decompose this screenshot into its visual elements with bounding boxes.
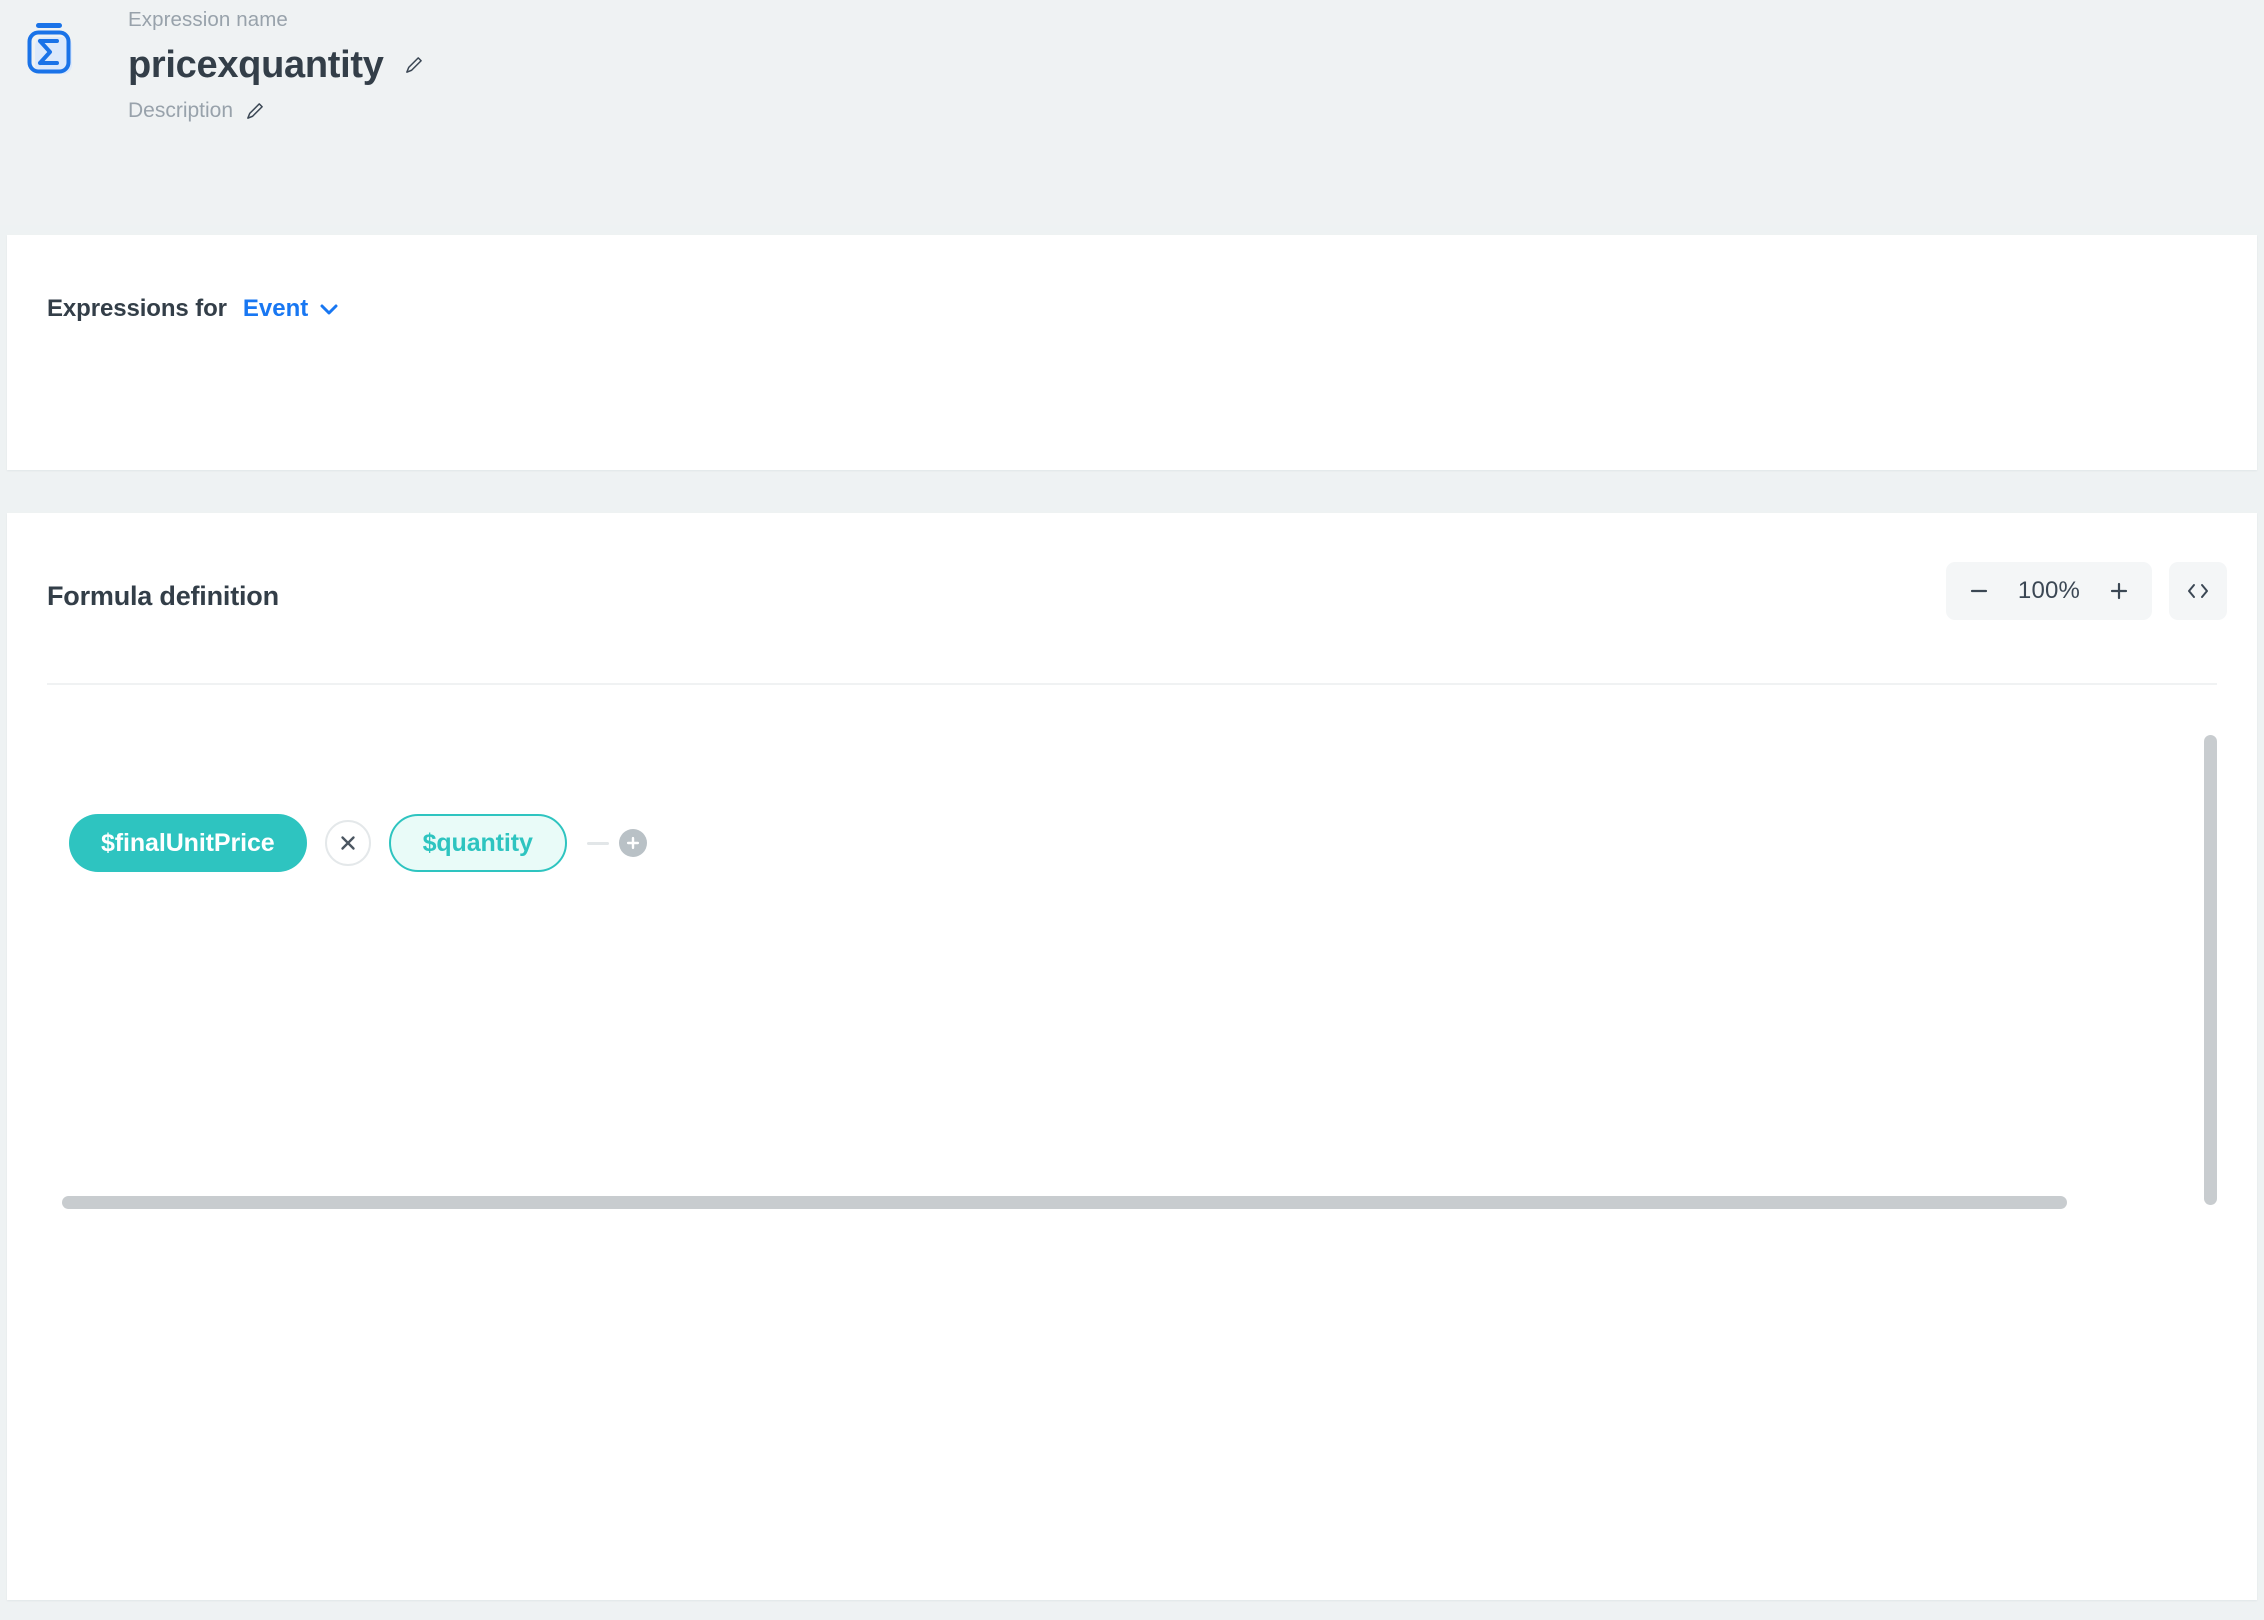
header-text-block: Expression name pricexquantity Descripti… <box>128 6 423 124</box>
operand-final-unit-price[interactable]: $finalUnitPrice <box>69 814 307 872</box>
formula-definition-title: Formula definition <box>47 581 279 611</box>
formula-header-divider <box>47 683 2217 685</box>
expressions-for-label: Expressions for <box>47 295 227 322</box>
zoom-controls: 100% <box>1946 562 2152 620</box>
expressions-scope-select[interactable]: Event <box>243 295 338 323</box>
zoom-level-value: 100% <box>2017 577 2081 604</box>
expressions-for-card: Expressions for Event Bought product <box>7 235 2257 637</box>
formula-connector-line <box>586 841 609 845</box>
expression-builder-page: Expression name pricexquantity Descripti… <box>0 0 2264 1620</box>
edit-description-pencil-icon[interactable] <box>245 102 264 121</box>
title-row: pricexquantity <box>128 42 423 88</box>
canvas-vertical-scrollbar[interactable] <box>2204 735 2217 1205</box>
operator-multiply-button[interactable] <box>324 820 371 866</box>
chevron-down-icon <box>320 304 338 315</box>
canvas-horizontal-scrollbar[interactable] <box>62 1196 2067 1209</box>
page-title: pricexquantity <box>128 44 384 86</box>
description-row[interactable]: Description <box>128 98 423 124</box>
code-view-button[interactable] <box>2169 562 2227 620</box>
page-header: Expression name pricexquantity Descripti… <box>0 0 2264 225</box>
formula-canvas[interactable]: $finalUnitPrice $quantity <box>47 691 2217 1246</box>
zoom-out-button[interactable] <box>1952 562 2006 620</box>
expression-sigma-icon <box>22 20 78 78</box>
zoom-in-button[interactable] <box>2092 562 2146 620</box>
formula-definition-card: Formula definition $finalUnitPrice $quan… <box>7 513 2257 1600</box>
formula-expression-row: $finalUnitPrice $quantity <box>69 814 647 872</box>
description-label: Description <box>128 99 234 122</box>
expression-name-label: Expression name <box>128 8 288 31</box>
operand-quantity[interactable]: $quantity <box>388 814 567 872</box>
edit-name-pencil-icon[interactable] <box>404 56 423 75</box>
expressions-for-row: Expressions for Event <box>47 295 338 323</box>
plus-circle-icon[interactable] <box>618 829 647 857</box>
expressions-scope-value: Event <box>242 295 309 322</box>
